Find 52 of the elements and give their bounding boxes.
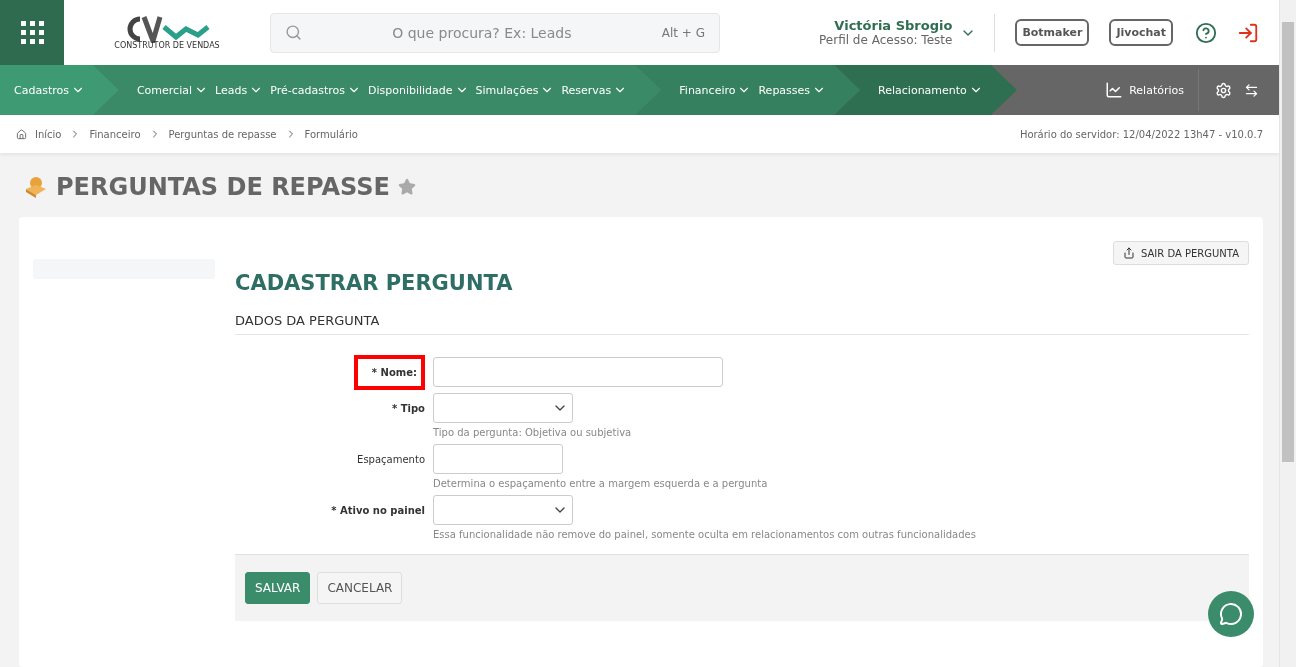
- shortcut-hint: Alt + G: [661, 25, 705, 40]
- select-field[interactable]: [433, 393, 573, 423]
- nav-item[interactable]: Financeiro: [679, 83, 752, 97]
- breadcrumb-link[interactable]: Início: [35, 128, 62, 140]
- save-button[interactable]: SALVAR: [245, 572, 311, 604]
- chat-bubble-icon: [1219, 602, 1243, 626]
- logo-caption: CONSTRUTOR DE VENDAS: [114, 41, 220, 50]
- logout-icon[interactable]: [1237, 21, 1259, 44]
- text-input[interactable]: [433, 444, 563, 474]
- cancel-button[interactable]: CANCELAR: [317, 572, 403, 604]
- share-icon: [1123, 247, 1135, 259]
- field-label: * Nome:: [353, 354, 425, 390]
- user-profile: Perfil de Acesso: Teste: [819, 33, 953, 47]
- favorite-star-icon[interactable]: [397, 178, 416, 196]
- search-field[interactable]: O que procura? Ex: Leads Alt + G: [270, 12, 720, 53]
- select-field[interactable]: [433, 495, 573, 525]
- reports-link[interactable]: Relatórios: [1091, 69, 1199, 111]
- text-input[interactable]: [433, 357, 723, 387]
- field-help: Essa funcionalidade não remove do painel, somente oculta em relacionamentos com outras funcionalidades: [433, 529, 977, 540]
- nav-item[interactable]: Repasses: [758, 83, 827, 97]
- package-icon: [24, 176, 48, 198]
- nav-item[interactable]: Simulações: [475, 83, 555, 97]
- breadcrumb-link[interactable]: Financeiro: [89, 128, 141, 140]
- header-button[interactable]: Jivochat: [1109, 19, 1173, 46]
- settings-icon[interactable]: [1215, 81, 1232, 99]
- home-icon: [16, 128, 27, 140]
- server-time: Horário do servidor: 12/04/2022 13h47 - v10.0.7: [1019, 128, 1263, 140]
- field-label: * Ativo no painel: [331, 504, 425, 516]
- nav-item[interactable]: Reservas: [561, 83, 628, 97]
- nav-item[interactable]: Relacionamento: [878, 83, 983, 97]
- field-help: Tipo da pergunta: Objetiva ou subjetiva: [433, 427, 633, 438]
- field-label: * Tipo: [392, 402, 425, 414]
- breadcrumb-link[interactable]: Perguntas de repasse: [168, 128, 277, 140]
- nav-item[interactable]: Leads: [215, 83, 264, 97]
- help-icon[interactable]: [1195, 21, 1217, 44]
- form-title: CADASTRAR PERGUNTA: [235, 271, 514, 295]
- line-chart-icon: [1105, 81, 1124, 99]
- nav-item[interactable]: Disponibilidade: [367, 83, 469, 97]
- page-title: PERGUNTAS DE REPASSE: [56, 173, 390, 201]
- nav-item[interactable]: Comercial: [136, 83, 208, 97]
- section-title: DADOS DA PERGUNTA: [235, 313, 1249, 335]
- exit-button[interactable]: SAIR DA PERGUNTA: [1113, 241, 1249, 265]
- field-help: Determina o espaçamento entre a margem esquerda e a pergunta: [433, 478, 769, 489]
- search-icon: [285, 24, 302, 41]
- nav-item[interactable]: Cadastros: [14, 83, 85, 97]
- nav-item[interactable]: Pré-cadastros: [270, 83, 361, 97]
- breadcrumb-link[interactable]: Formulário: [304, 128, 358, 140]
- header-button[interactable]: Botmaker: [1015, 19, 1090, 46]
- field-label: Espaçamento: [357, 453, 425, 465]
- user-name: Victória Sbrogio: [834, 18, 953, 33]
- swap-icon[interactable]: [1244, 82, 1259, 98]
- apps-menu-button[interactable]: [0, 0, 64, 65]
